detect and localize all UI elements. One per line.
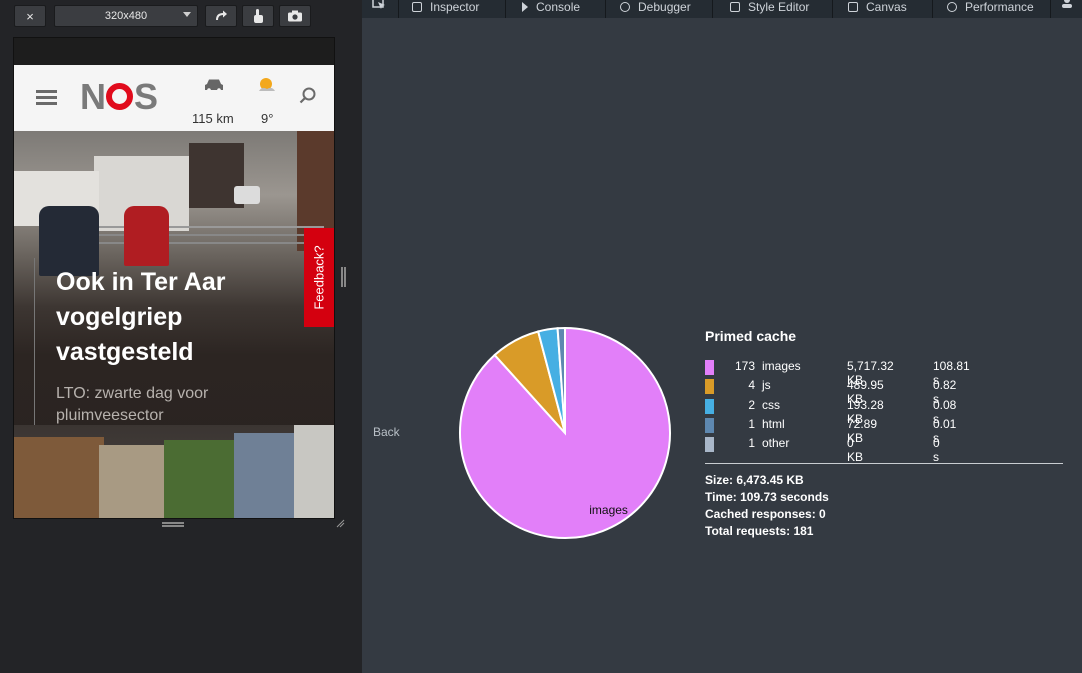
viewport-width-resizer[interactable] xyxy=(341,267,343,287)
hero-article[interactable]: Ook in Ter Aar vogelgriep vastgesteld LT… xyxy=(14,131,334,451)
touch-simulation-button[interactable] xyxy=(242,5,274,27)
rotate-button[interactable] xyxy=(205,5,237,27)
feedback-button[interactable]: Feedback? xyxy=(304,228,334,327)
status-bar xyxy=(14,38,334,65)
performance-icon xyxy=(947,2,957,12)
close-icon: × xyxy=(26,8,34,24)
car-icon xyxy=(205,79,223,92)
site-header: NS 115 km 9° xyxy=(14,65,334,131)
nos-logo[interactable]: NS xyxy=(80,79,158,115)
element-picker-icon[interactable] xyxy=(372,0,386,10)
rdm-toolbar: × 320x480 xyxy=(0,0,362,32)
chevron-down-icon xyxy=(183,12,191,17)
primed-cache-pie-chart: images xyxy=(459,326,671,539)
article-thumbnail[interactable] xyxy=(14,425,334,518)
canvas-icon xyxy=(848,2,858,12)
style-editor-icon xyxy=(730,2,740,12)
summary-total: Total requests: 181 xyxy=(705,524,814,538)
summary-size: Size: 6,473.45 KB xyxy=(705,473,804,487)
summary-time: Time: 109.73 seconds xyxy=(705,490,829,504)
chart-title: Primed cache xyxy=(705,328,797,344)
back-button[interactable]: Back xyxy=(373,425,400,439)
console-icon xyxy=(522,2,528,12)
stats-sidebar xyxy=(362,18,411,673)
close-rdm-button[interactable]: × xyxy=(14,5,46,27)
pie-label-images: images xyxy=(589,503,628,517)
tab-canvas[interactable]: Canvas xyxy=(848,0,907,18)
summary-cached: Cached responses: 0 xyxy=(705,507,826,521)
preset-value: 320x480 xyxy=(104,10,148,22)
weather-value: 9° xyxy=(261,111,274,126)
touch-icon xyxy=(254,9,263,23)
weather-sun-icon xyxy=(259,78,275,91)
traffic-value: 115 km xyxy=(192,111,234,126)
legend-divider xyxy=(705,463,1063,464)
device-viewport[interactable]: NS 115 km 9° Ook in Ter Aar vogelgriep v… xyxy=(14,38,334,518)
overflow-icon[interactable] xyxy=(1060,0,1074,8)
tab-console[interactable]: Console xyxy=(522,0,580,18)
responsive-design-pane: × 320x480 NS 115 km 9° Ook in Ter Aar vo… xyxy=(0,0,362,673)
camera-icon xyxy=(288,10,302,22)
inspector-icon xyxy=(412,2,422,12)
tab-inspector[interactable]: Inspector xyxy=(412,0,479,18)
hamburger-menu-icon[interactable] xyxy=(36,90,57,93)
debugger-icon xyxy=(620,2,630,12)
device-preset-select[interactable]: 320x480 xyxy=(54,5,198,27)
tab-performance[interactable]: Performance xyxy=(947,0,1034,18)
viewport-height-resizer[interactable] xyxy=(162,522,184,524)
rotate-icon xyxy=(216,10,227,20)
devtools-tab-bar: Inspector Console Debugger Style Editor … xyxy=(362,0,1082,19)
hero-title[interactable]: Ook in Ter Aar vogelgriep vastgesteld xyxy=(56,265,286,370)
search-icon[interactable] xyxy=(299,87,317,105)
tab-style-editor[interactable]: Style Editor xyxy=(730,0,809,18)
screenshot-button[interactable] xyxy=(279,5,311,27)
viewport-corner-resizer[interactable] xyxy=(336,519,345,528)
tab-debugger[interactable]: Debugger xyxy=(620,0,691,18)
hero-subtitle: LTO: zwarte dag voor pluimveesector xyxy=(56,385,209,424)
